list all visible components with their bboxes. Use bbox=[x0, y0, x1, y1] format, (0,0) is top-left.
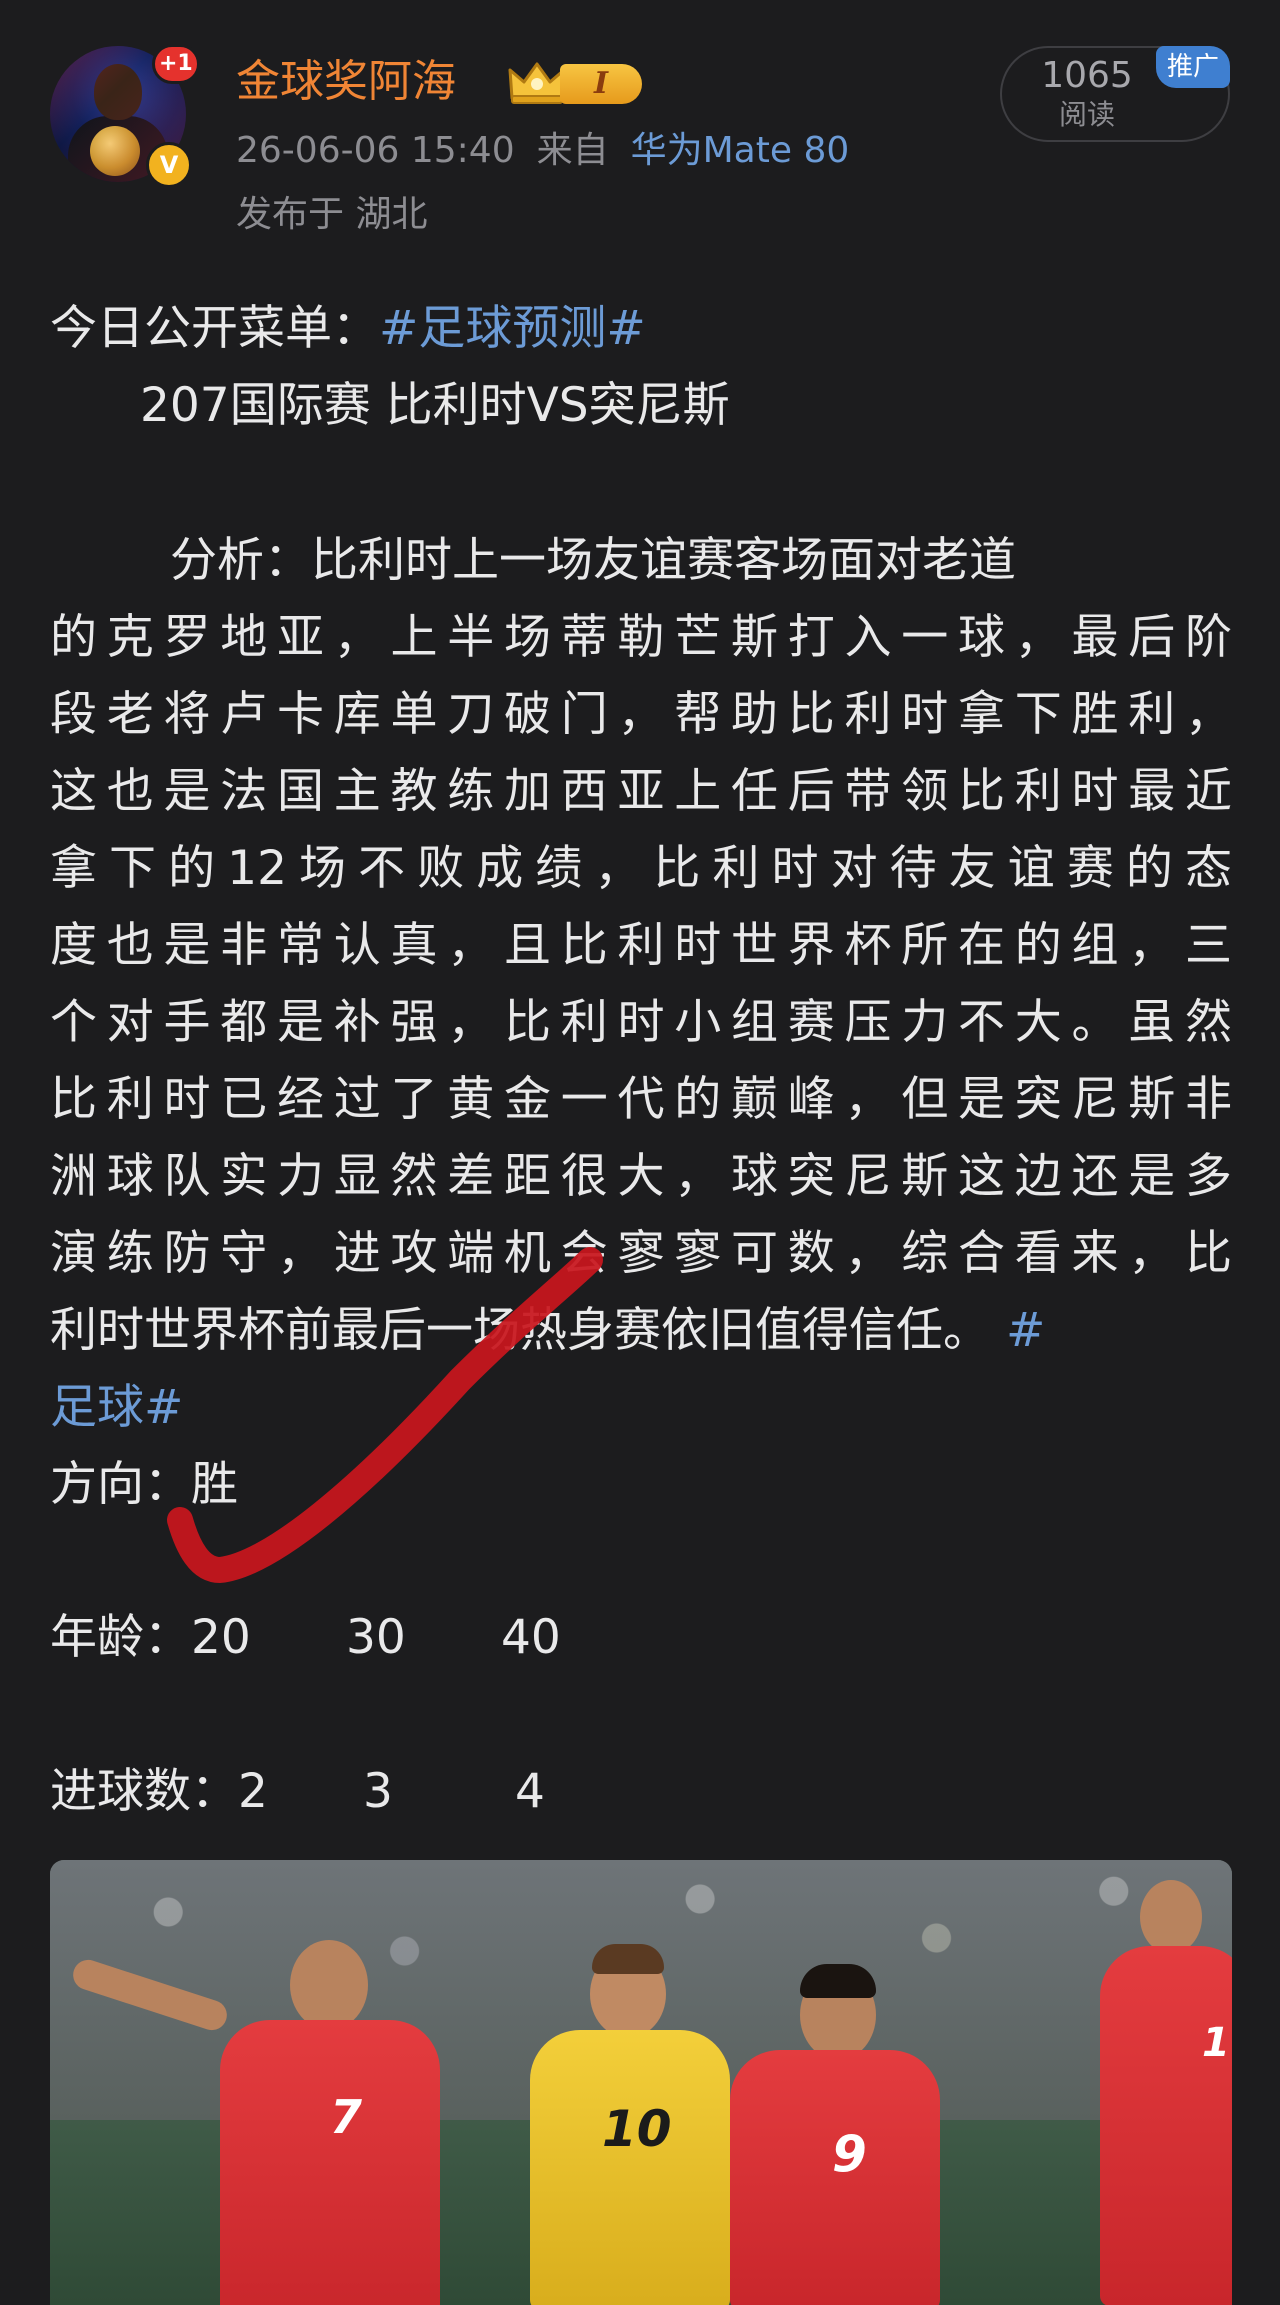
goals-label: 进球数： bbox=[50, 1764, 238, 1819]
jersey-number: 9 bbox=[832, 2125, 867, 2183]
age-label: 年龄： bbox=[50, 1610, 191, 1665]
read-label: 阅读 bbox=[1058, 98, 1115, 131]
source-prefix: 来自 bbox=[536, 130, 609, 171]
match-line: 207国际赛 比利时VS突尼斯 bbox=[50, 367, 1232, 444]
jersey-number: 7 bbox=[330, 2090, 363, 2144]
notification-badge: +1 bbox=[152, 44, 200, 84]
age-value: 20 bbox=[191, 1610, 251, 1665]
age-value: 40 bbox=[501, 1610, 561, 1665]
analysis-line: 段老将卢卡库单刀破门，帮助比利时拿下胜利， bbox=[50, 687, 1232, 742]
direction-value: 胜 bbox=[191, 1457, 238, 1512]
analysis-line: 洲球队实力显然差距很大，球突尼斯这边还是多 bbox=[50, 1149, 1232, 1204]
menu-line: 今日公开菜单：#足球预测# bbox=[50, 290, 1232, 367]
analysis-line: 度也是非常认真，且比利时世界杯所在的组，三 bbox=[50, 918, 1232, 973]
author-name[interactable]: 金球奖阿海 bbox=[236, 50, 456, 114]
read-count: 1065 bbox=[1041, 55, 1133, 96]
post-image[interactable]: 7 10 9 1 bbox=[50, 1860, 1232, 2305]
author-avatar[interactable]: +1 V bbox=[50, 44, 200, 188]
post-content: 今日公开菜单：#足球预测# 207国际赛 比利时VS突尼斯 分析：比利时上一场友… bbox=[50, 290, 1232, 1830]
goals-value: 3 bbox=[363, 1764, 393, 1819]
hashtag-line: 足球# bbox=[50, 1369, 1232, 1446]
hashtag-football-prediction[interactable]: #足球预测# bbox=[379, 301, 646, 356]
post-location: 发布于 湖北 bbox=[236, 194, 428, 235]
post-header: +1 V 金球奖阿海 I 26-06-06 15:40 来自 华为Mate 80 发… bbox=[0, 0, 1280, 260]
analysis-line: 演练防守，进攻端机会寥寥可数，综合看来，比 bbox=[50, 1226, 1232, 1281]
jersey-number: 1 bbox=[1202, 2020, 1230, 2066]
crown-icon bbox=[508, 62, 566, 104]
goals-line: 进球数：2 3 4 bbox=[50, 1753, 1232, 1830]
age-line: 年龄：20 30 40 bbox=[50, 1599, 1232, 1676]
analysis-line: 利时世界杯前最后一场热身赛依旧值得信任。 # bbox=[50, 1303, 1046, 1358]
direction-line: 方向：胜 bbox=[50, 1446, 1232, 1523]
device-link[interactable]: 华为Mate 80 bbox=[631, 130, 850, 171]
age-value: 30 bbox=[346, 1610, 406, 1665]
menu-prefix: 今日公开菜单： bbox=[50, 301, 379, 356]
goals-value: 4 bbox=[515, 1764, 545, 1819]
goals-value: 2 bbox=[238, 1764, 268, 1819]
post-meta: 26-06-06 15:40 来自 华为Mate 80 bbox=[236, 124, 849, 178]
player-tunisia-7: 7 bbox=[200, 1940, 460, 2305]
level-badge[interactable]: I bbox=[560, 64, 642, 104]
hashtag-football[interactable]: 足球# bbox=[50, 1380, 183, 1435]
jersey-number: 10 bbox=[602, 2100, 672, 2158]
direction-label: 方向： bbox=[50, 1457, 191, 1512]
player-belgium-10: 10 bbox=[520, 1944, 740, 2305]
analysis-line: 个对手都是补强，比利时小组赛压力不大。虽然 bbox=[50, 995, 1232, 1050]
analysis-line: 拿下的12场不败成绩，比利时对待友谊赛的态 bbox=[50, 841, 1232, 896]
verified-icon: V bbox=[146, 142, 192, 188]
analysis-line: 这也是法国主教练加西亚上任后带领比利时最近 bbox=[50, 764, 1232, 819]
player-tunisia-9: 9 bbox=[710, 1964, 960, 2305]
analysis-line: 的克罗地亚，上半场蒂勒芒斯打入一球，最后阶 bbox=[50, 610, 1232, 665]
match-title: 207国际赛 比利时VS突尼斯 bbox=[140, 378, 730, 433]
analysis-line: 比利时已经过了黄金一代的巅峰，但是突尼斯非 bbox=[50, 1072, 1232, 1127]
hashtag-football-start[interactable]: # bbox=[1006, 1303, 1045, 1358]
analysis-line: 分析：比利时上一场友谊赛客场面对老道 bbox=[170, 533, 1016, 588]
player-tunisia-far: 1 bbox=[1090, 1880, 1232, 2305]
post-time: 26-06-06 15:40 bbox=[236, 130, 515, 171]
promote-button[interactable]: 推广 bbox=[1156, 46, 1230, 88]
